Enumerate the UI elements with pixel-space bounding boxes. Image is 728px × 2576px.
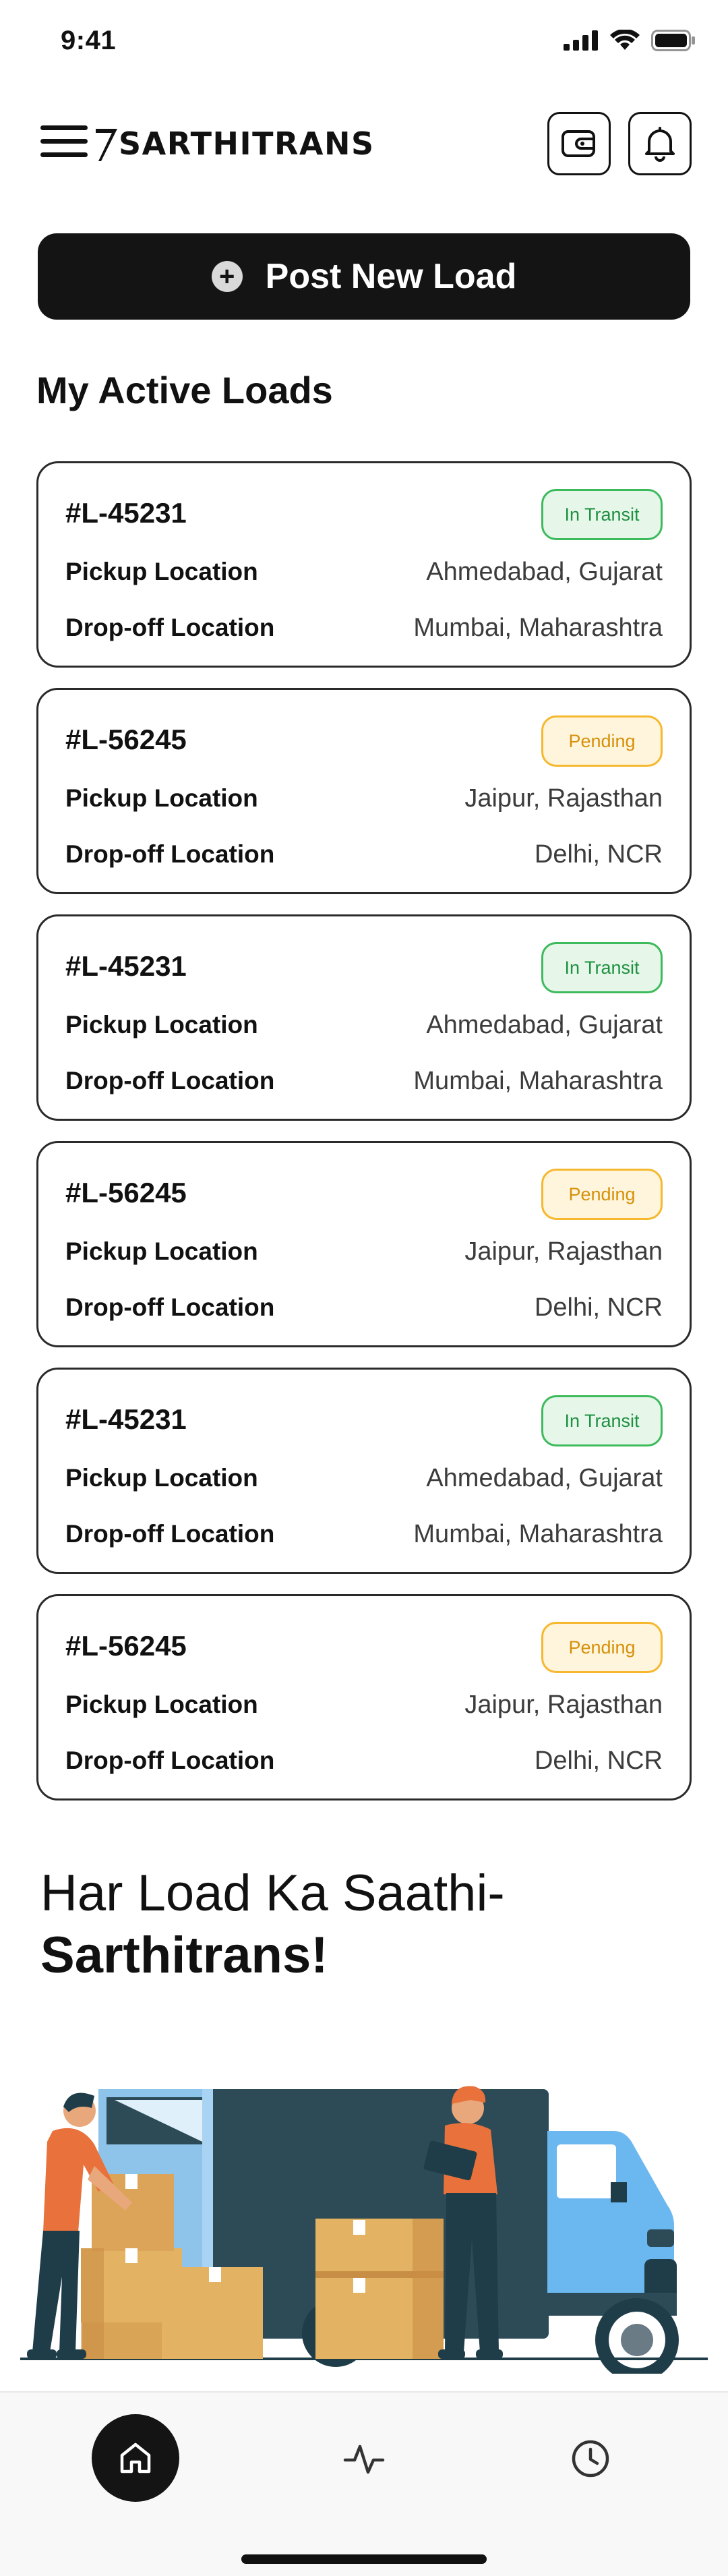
tagline: Har Load Ka Saathi- Sarthitrans! (40, 1863, 505, 1987)
nav-history-button[interactable] (557, 2425, 624, 2492)
hamburger-menu-icon[interactable] (40, 125, 88, 163)
pickup-label: Pickup Location (65, 1011, 258, 1038)
load-card[interactable]: #L-56245 Pending Pickup Location Jaipur,… (36, 1594, 692, 1801)
plus-circle-icon: + (211, 261, 243, 292)
status-bar: 9:41 (0, 0, 728, 81)
pickup-value: Jaipur, Rajasthan (464, 1237, 663, 1266)
status-badge: Pending (541, 1169, 663, 1220)
load-id: #L-56245 (65, 724, 187, 755)
dropoff-value: Mumbai, Maharashtra (413, 614, 663, 642)
dropoff-label: Drop-off Location (65, 1747, 275, 1774)
load-card[interactable]: #L-56245 Pending Pickup Location Jaipur,… (36, 688, 692, 894)
pickup-value: Ahmedabad, Gujarat (426, 558, 663, 586)
status-icons (564, 30, 696, 51)
load-id: #L-45231 (65, 1403, 187, 1435)
dropoff-label: Drop-off Location (65, 614, 275, 641)
load-id: #L-45231 (65, 497, 187, 529)
dropoff-label: Drop-off Location (65, 1067, 275, 1094)
dropoff-value: Delhi, NCR (534, 1293, 663, 1322)
wallet-icon (562, 130, 595, 157)
status-time: 9:41 (61, 26, 117, 55)
load-card[interactable]: #L-45231 In Transit Pickup Location Ahme… (36, 461, 692, 668)
home-icon (120, 2442, 151, 2473)
dropoff-label: Drop-off Location (65, 1520, 275, 1548)
bell-icon (645, 127, 675, 162)
pickup-value: Jaipur, Rajasthan (464, 1691, 663, 1719)
tagline-line2: Sarthitrans! (40, 1927, 328, 1984)
dropoff-value: Delhi, NCR (534, 1747, 663, 1775)
wallet-button[interactable] (547, 112, 611, 175)
dropoff-value: Mumbai, Maharashtra (413, 1067, 663, 1095)
status-badge: In Transit (541, 942, 663, 993)
load-id: #L-56245 (65, 1630, 187, 1662)
dropoff-value: Delhi, NCR (534, 840, 663, 869)
status-badge: In Transit (541, 489, 663, 540)
post-new-load-button[interactable]: + Post New Load (38, 233, 690, 320)
section-title: My Active Loads (36, 369, 333, 411)
brand-name: SARTHITRANS (119, 125, 375, 162)
dropoff-label: Drop-off Location (65, 1293, 275, 1321)
bottom-navigation (0, 2391, 728, 2576)
post-new-load-label: Post New Load (265, 257, 517, 296)
tagline-line1: Har Load Ka Saathi- (40, 1865, 505, 1922)
brand-mark-icon (96, 129, 117, 161)
pickup-label: Pickup Location (65, 1237, 258, 1265)
dropoff-value: Mumbai, Maharashtra (413, 1520, 663, 1548)
load-card[interactable]: #L-56245 Pending Pickup Location Jaipur,… (36, 1141, 692, 1347)
load-id: #L-45231 (65, 950, 187, 982)
cellular-signal-icon (564, 30, 598, 51)
wifi-icon (610, 30, 640, 50)
status-badge: Pending (541, 1622, 663, 1673)
battery-icon (651, 30, 695, 51)
status-badge: In Transit (541, 1395, 663, 1446)
pickup-label: Pickup Location (65, 784, 258, 812)
home-indicator (241, 2554, 487, 2564)
pickup-value: Ahmedabad, Gujarat (426, 1464, 663, 1492)
dropoff-label: Drop-off Location (65, 840, 275, 868)
pickup-label: Pickup Location (65, 558, 258, 585)
pickup-value: Jaipur, Rajasthan (464, 784, 663, 813)
status-badge: Pending (541, 715, 663, 767)
app-header: SARTHITRANS (0, 101, 728, 189)
nav-activity-button[interactable] (330, 2425, 398, 2492)
load-card[interactable]: #L-45231 In Transit Pickup Location Ahme… (36, 914, 692, 1121)
load-card[interactable]: #L-45231 In Transit Pickup Location Ahme… (36, 1368, 692, 1574)
load-id: #L-56245 (65, 1177, 187, 1208)
activity-icon (343, 2445, 385, 2474)
pickup-label: Pickup Location (65, 1691, 258, 1718)
truck-loading-illustration (20, 2086, 708, 2374)
brand-logo: SARTHITRANS (93, 120, 375, 167)
nav-home-button[interactable] (92, 2414, 179, 2502)
pickup-value: Ahmedabad, Gujarat (426, 1011, 663, 1039)
clock-icon (572, 2440, 609, 2478)
notifications-button[interactable] (628, 112, 692, 175)
pickup-label: Pickup Location (65, 1464, 258, 1492)
